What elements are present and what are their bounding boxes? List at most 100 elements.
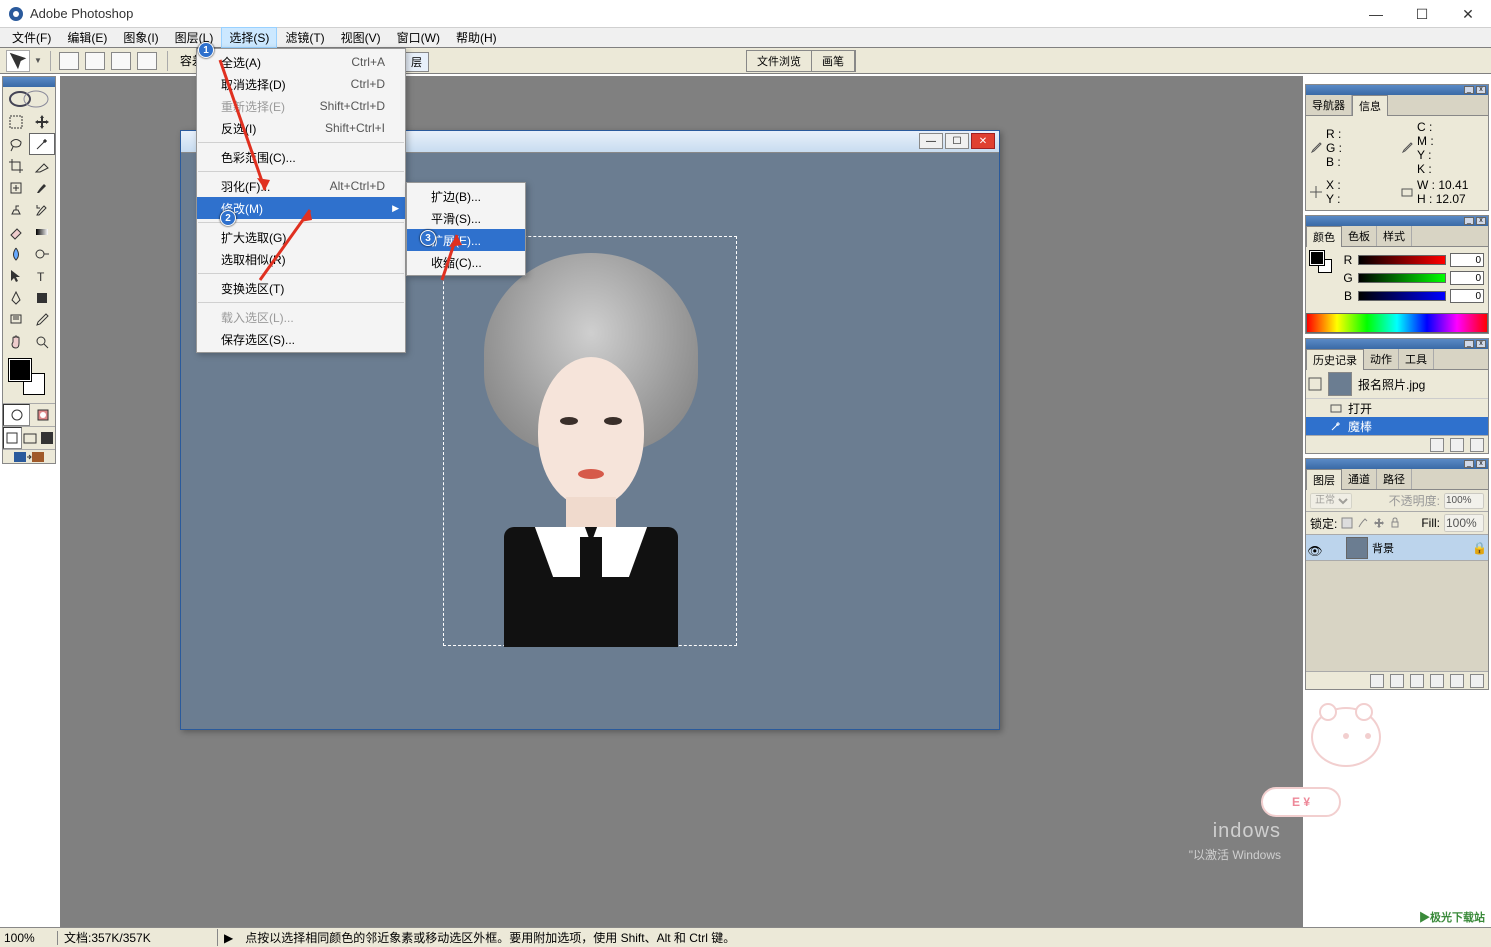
adjustment-layer-icon[interactable]	[1430, 674, 1444, 688]
tab-actions[interactable]: 动作	[1364, 349, 1399, 369]
tab-tool-presets[interactable]: 工具	[1399, 349, 1434, 369]
menu-view[interactable]: 视图(V)	[333, 27, 389, 48]
layer-mask-icon[interactable]	[1390, 674, 1404, 688]
menu-select-all[interactable]: 全选(A)Ctrl+A	[197, 51, 405, 73]
clone-stamp-tool-icon[interactable]	[3, 199, 29, 221]
color-ramp[interactable]	[1306, 313, 1488, 333]
tab-swatches[interactable]: 色板	[1342, 226, 1377, 246]
tab-file-browser[interactable]: 文件浏览	[747, 51, 812, 71]
menu-layer[interactable]: 图层(L)	[167, 27, 222, 48]
zoom-tool-icon[interactable]	[29, 331, 55, 353]
menu-image[interactable]: 图象(I)	[115, 27, 166, 48]
lasso-tool-icon[interactable]	[3, 133, 29, 155]
panel-close-icon[interactable]: x	[1476, 460, 1486, 468]
hand-tool-icon[interactable]	[3, 331, 29, 353]
notes-tool-icon[interactable]	[3, 309, 29, 331]
zoom-field[interactable]: 100%	[0, 931, 58, 945]
create-document-icon[interactable]	[1430, 438, 1444, 452]
blend-mode-select[interactable]: 正常	[1310, 493, 1352, 509]
b-slider[interactable]	[1358, 291, 1446, 301]
fill-input[interactable]	[1444, 514, 1484, 532]
menu-window[interactable]: 窗口(W)	[389, 27, 448, 48]
panel-minimize-icon[interactable]: _	[1464, 217, 1474, 225]
statusbar-menu-arrow-icon[interactable]: ▶	[218, 931, 239, 945]
dodge-tool-icon[interactable]	[29, 243, 55, 265]
move-tool-icon[interactable]	[29, 111, 55, 133]
minimize-button[interactable]: —	[1353, 0, 1399, 28]
menu-reselect[interactable]: 重新选择(E)Shift+Ctrl+D	[197, 95, 405, 117]
tab-history[interactable]: 历史记录	[1306, 349, 1364, 370]
doc-minimize-button[interactable]: —	[919, 133, 943, 149]
quickmask-mode-icon[interactable]	[30, 404, 55, 426]
menu-grow[interactable]: 扩大选取(G)	[197, 226, 405, 248]
panel-minimize-icon[interactable]: _	[1464, 340, 1474, 348]
menu-select[interactable]: 选择(S)	[221, 27, 277, 48]
selection-new-icon[interactable]	[59, 52, 79, 70]
doc-close-button[interactable]: ✕	[971, 133, 995, 149]
crop-tool-icon[interactable]	[3, 155, 29, 177]
foreground-color[interactable]	[9, 359, 31, 381]
menu-save-selection[interactable]: 保存选区(S)...	[197, 328, 405, 350]
tab-paths[interactable]: 路径	[1377, 469, 1412, 489]
close-button[interactable]: ✕	[1445, 0, 1491, 28]
history-brush-tool-icon[interactable]	[29, 199, 55, 221]
doc-maximize-button[interactable]: ☐	[945, 133, 969, 149]
menu-deselect[interactable]: 取消选择(D)Ctrl+D	[197, 73, 405, 95]
menu-edit[interactable]: 编辑(E)	[59, 27, 115, 48]
opacity-input[interactable]	[1444, 493, 1484, 509]
layer-style-icon[interactable]	[1370, 674, 1384, 688]
color-swatches[interactable]	[7, 357, 51, 399]
lock-position-icon[interactable]	[1373, 517, 1385, 529]
docsize-field[interactable]: 文档:357K/357K	[58, 929, 218, 946]
selection-intersect-icon[interactable]	[137, 52, 157, 70]
menu-smooth[interactable]: 平滑(S)...	[407, 207, 525, 229]
screen-fullmenubar-icon[interactable]	[22, 427, 39, 449]
selection-subtract-icon[interactable]	[111, 52, 131, 70]
selection-add-icon[interactable]	[85, 52, 105, 70]
panel-minimize-icon[interactable]: _	[1464, 460, 1474, 468]
gradient-tool-icon[interactable]	[29, 221, 55, 243]
history-step-magic-wand[interactable]: 魔棒	[1306, 417, 1488, 435]
lock-image-icon[interactable]	[1357, 517, 1369, 529]
maximize-button[interactable]: ☐	[1399, 0, 1445, 28]
visibility-toggle-icon[interactable]: 👁	[1306, 544, 1324, 552]
tab-color[interactable]: 颜色	[1306, 226, 1342, 247]
type-tool-icon[interactable]: T	[29, 265, 55, 287]
jump-to-imageready-icon[interactable]	[3, 449, 55, 463]
trash-icon[interactable]	[1470, 438, 1484, 452]
r-value-input[interactable]	[1450, 253, 1484, 267]
new-layer-icon[interactable]	[1450, 674, 1464, 688]
lock-all-icon[interactable]	[1389, 517, 1401, 529]
history-snapshot[interactable]: 报名照片.jpg	[1306, 370, 1488, 399]
color-fgbg-mini[interactable]	[1310, 251, 1336, 277]
menu-similar[interactable]: 选取相似(R)	[197, 248, 405, 270]
magic-wand-tool-icon[interactable]	[29, 133, 55, 155]
menu-filter[interactable]: 滤镜(T)	[277, 27, 332, 48]
menu-color-range[interactable]: 色彩范围(C)...	[197, 146, 405, 168]
panel-close-icon[interactable]: x	[1476, 340, 1486, 348]
path-selection-tool-icon[interactable]	[3, 265, 29, 287]
menu-feather[interactable]: 羽化(F)...Alt+Ctrl+D	[197, 175, 405, 197]
toolbox-header[interactable]	[3, 77, 55, 87]
g-value-input[interactable]	[1450, 271, 1484, 285]
r-slider[interactable]	[1358, 255, 1446, 265]
tab-info[interactable]: 信息	[1352, 95, 1388, 116]
new-set-icon[interactable]	[1410, 674, 1424, 688]
tab-channels[interactable]: 通道	[1342, 469, 1377, 489]
slice-tool-icon[interactable]	[29, 155, 55, 177]
menu-transform-selection[interactable]: 变换选区(T)	[197, 277, 405, 299]
tab-brushes[interactable]: 画笔	[812, 51, 855, 71]
panel-close-icon[interactable]: x	[1476, 86, 1486, 94]
menu-inverse[interactable]: 反选(I)Shift+Ctrl+I	[197, 117, 405, 139]
standard-mode-icon[interactable]	[3, 404, 30, 426]
panel-close-icon[interactable]: x	[1476, 217, 1486, 225]
screen-full-icon[interactable]	[38, 427, 55, 449]
layer-row-background[interactable]: 👁 背景 🔒	[1306, 535, 1488, 561]
brush-tool-icon[interactable]	[29, 177, 55, 199]
eyedropper-tool-icon[interactable]	[29, 309, 55, 331]
menu-load-selection[interactable]: 载入选区(L)...	[197, 306, 405, 328]
tool-preset-icon[interactable]	[6, 50, 30, 72]
history-step-open[interactable]: 打开	[1306, 399, 1488, 417]
screen-standard-icon[interactable]	[3, 427, 22, 449]
panel-minimize-icon[interactable]: _	[1464, 86, 1474, 94]
